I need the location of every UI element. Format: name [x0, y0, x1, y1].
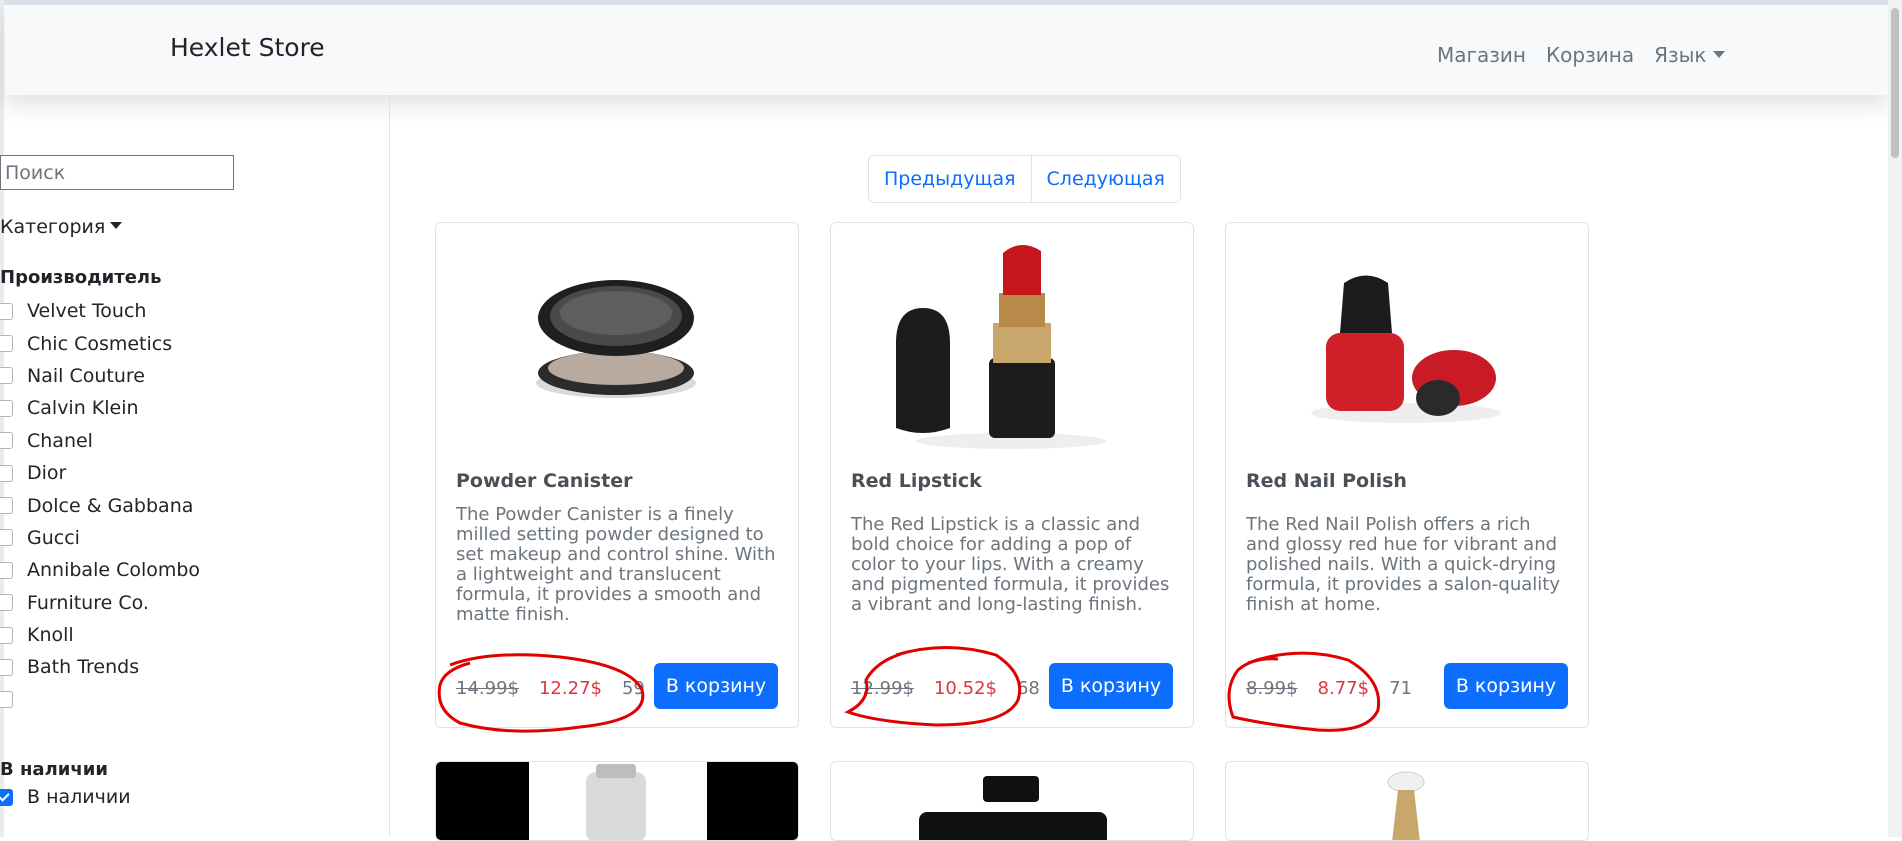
checkbox-icon[interactable] — [0, 302, 13, 320]
product-title: Red Nail Polish — [1246, 470, 1407, 492]
annotation-circle — [844, 646, 1022, 727]
manufacturer-item[interactable]: Chanel — [0, 425, 200, 457]
checked-checkbox-icon[interactable] — [0, 788, 13, 806]
powder-compact-icon — [536, 280, 696, 398]
manufacturer-item[interactable]: Velvet Touch — [0, 295, 200, 327]
pagination: Предыдущая Следующая — [868, 155, 1181, 203]
checkbox-icon[interactable] — [0, 561, 13, 579]
manufacturer-label: Furniture Co. — [27, 591, 149, 614]
manufacturer-label: Velvet Touch — [27, 300, 147, 323]
product-card-partial — [435, 761, 799, 841]
nail-polish-icon — [1311, 275, 1501, 423]
add-to-cart-button[interactable]: В корзину — [1049, 663, 1173, 709]
checkbox-icon[interactable] — [0, 594, 13, 612]
product-description: The Red Lipstick is a classic and bold c… — [851, 514, 1170, 615]
body-spray-bottle-icon — [436, 762, 798, 840]
product-card-partial — [830, 761, 1194, 841]
in-stock-filter[interactable]: В наличии — [0, 786, 131, 808]
manufacturer-item[interactable]: Annibale Colombo — [0, 554, 200, 586]
perfume-bottle-icon — [1387, 771, 1425, 840]
manufacturer-item[interactable]: Dior — [0, 457, 200, 489]
manufacturer-label: Gucci — [27, 526, 80, 549]
checkbox-icon[interactable] — [0, 367, 13, 385]
manufacturer-title: Производитель — [0, 267, 162, 288]
manufacturer-item[interactable]: Calvin Klein — [0, 392, 200, 424]
manufacturer-item[interactable]: Dolce & Gabbana — [0, 489, 200, 521]
manufacturer-list: Velvet Touch Chic Cosmetics Nail Couture… — [0, 295, 200, 716]
checkbox-icon[interactable] — [0, 432, 13, 450]
manufacturer-item[interactable]: Gucci — [0, 522, 200, 554]
manufacturer-label: Calvin Klein — [27, 397, 139, 420]
manufacturer-label: Chic Cosmetics — [27, 332, 173, 355]
manufacturer-label: Knoll — [27, 624, 74, 647]
manufacturer-label: Bath Trends — [27, 656, 140, 679]
in-stock-title: В наличии — [0, 759, 108, 780]
lipstick-icon — [896, 244, 1106, 449]
page-scrollbar[interactable] — [1888, 0, 1902, 837]
add-to-cart-button[interactable]: В корзину — [654, 663, 778, 709]
annotation-circle — [1227, 651, 1381, 732]
category-dropdown[interactable]: Категория — [0, 216, 122, 238]
manufacturer-item[interactable]: Furniture Co. — [0, 587, 200, 619]
checkbox-icon[interactable] — [0, 529, 13, 547]
nav-cart-link[interactable]: Корзина — [1546, 43, 1634, 67]
in-stock-label: В наличии — [27, 786, 131, 808]
manufacturer-item[interactable]: Chic Cosmetics — [0, 327, 200, 359]
product-title: Powder Canister — [456, 470, 633, 492]
nav-links: Магазин Корзина Язык — [1437, 43, 1725, 67]
manufacturer-label: Nail Couture — [27, 364, 145, 387]
checkbox-icon[interactable] — [0, 691, 13, 709]
product-description: The Red Nail Polish offers a rich and gl… — [1246, 514, 1560, 615]
checkbox-icon[interactable] — [0, 497, 13, 515]
perfume-bottle-icon — [919, 776, 1107, 840]
prev-page-button[interactable]: Предыдущая — [869, 156, 1031, 202]
checkbox-icon[interactable] — [0, 464, 13, 482]
manufacturer-item[interactable]: Bath Trends — [0, 651, 200, 683]
add-to-cart-button[interactable]: В корзину — [1444, 663, 1568, 709]
manufacturer-label: Annibale Colombo — [27, 559, 201, 582]
brand-logo[interactable]: Hexlet Store — [170, 33, 325, 62]
manufacturer-item[interactable] — [0, 684, 200, 716]
manufacturer-item[interactable]: Nail Couture — [0, 360, 200, 392]
product-card-partial — [1225, 761, 1589, 841]
annotation-circle — [437, 653, 645, 733]
product-description: The Powder Canister is a finely milled s… — [456, 504, 776, 625]
checkbox-icon[interactable] — [0, 399, 13, 417]
manufacturer-label: Dior — [27, 462, 67, 485]
next-page-button[interactable]: Следующая — [1030, 156, 1180, 202]
product-title: Red Lipstick — [851, 470, 982, 492]
checkbox-icon[interactable] — [0, 335, 13, 353]
manufacturer-item[interactable]: Knoll — [0, 619, 200, 651]
search-input[interactable] — [0, 155, 234, 190]
manufacturer-label: Dolce & Gabbana — [27, 494, 194, 517]
scrollbar-thumb[interactable] — [1891, 8, 1899, 158]
nav-language-dropdown[interactable]: Язык — [1654, 43, 1724, 67]
manufacturer-label: Chanel — [27, 429, 93, 452]
checkbox-icon[interactable] — [0, 626, 13, 644]
checkbox-icon[interactable] — [0, 658, 13, 676]
nav-shop-link[interactable]: Магазин — [1437, 43, 1526, 67]
navbar: Hexlet Store Магазин Корзина Язык — [5, 5, 1888, 95]
